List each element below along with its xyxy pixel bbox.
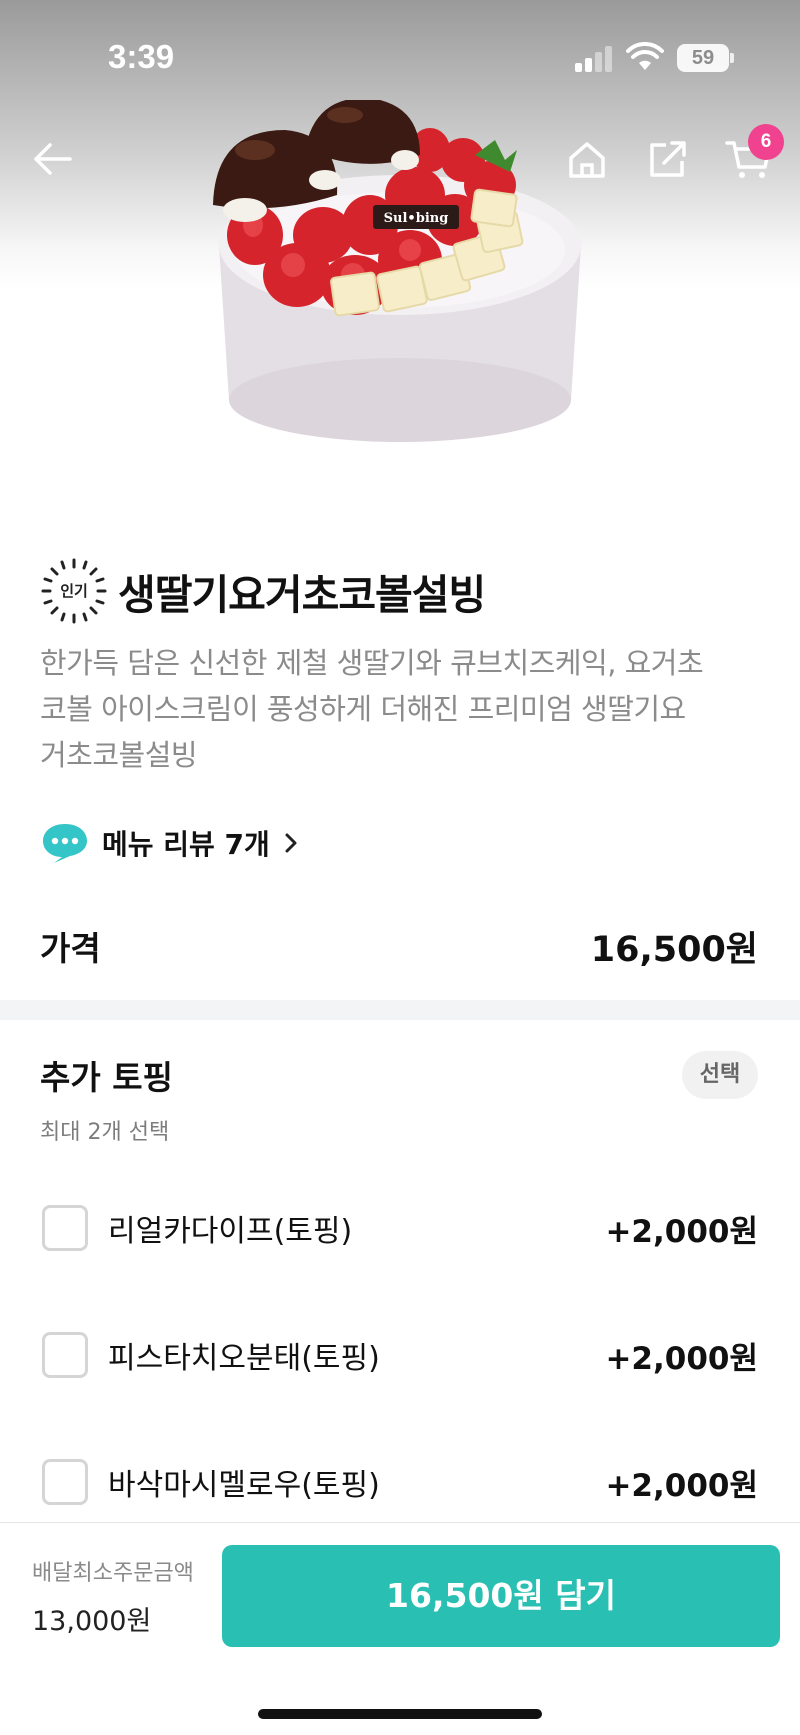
topping-title: 추가 토핑 [40, 1058, 173, 1097]
popular-badge: 인기 [40, 557, 108, 625]
share-icon[interactable] [646, 137, 690, 181]
description-line: 거초코볼설빙 [40, 738, 198, 772]
topping-header: 추가 토핑 선택 [40, 1048, 758, 1102]
add-to-cart-button[interactable]: 16,500원 담기 [222, 1545, 780, 1647]
hero-area: 3:39 59 6 Sul•bing [0, 0, 800, 520]
price-row: 가격 16,500원 [40, 918, 758, 974]
menu-review-link[interactable]: 메뉴 리뷰 7개 [40, 818, 298, 868]
product-description: 한가득 담은 신선한 제철 생딸기와 큐브치즈케익, 요거초 코볼 아이스크림이… [40, 640, 760, 778]
min-order-label: 배달최소주문금액 [32, 1561, 194, 1586]
topping-checkbox[interactable] [42, 1332, 88, 1378]
chevron-right-icon [285, 833, 297, 853]
product-image: Sul•bing [213, 100, 581, 442]
topping-checkbox[interactable] [42, 1459, 88, 1505]
topping-option[interactable]: 피스타치오분태(토핑) +2,000원 [42, 1330, 758, 1380]
optional-badge: 선택 [682, 1051, 758, 1099]
status-bar: 3:39 59 [0, 0, 800, 110]
price-label: 가격 [40, 929, 101, 968]
brand-plate-text: Sul•bing [384, 211, 449, 226]
topping-option[interactable]: 리얼카다이프(토핑) +2,000원 [42, 1203, 758, 1253]
bottom-order-bar: 배달최소주문금액 13,000원 16,500원 담기 [0, 1522, 800, 1735]
popular-badge-label: 인기 [60, 582, 88, 600]
battery-indicator: 59 [677, 44, 729, 72]
topping-option-label: 바삭마시멜로우(토핑) [108, 1468, 380, 1503]
review-count-label: 메뉴 리뷰 7개 [102, 828, 270, 861]
back-arrow-icon[interactable] [30, 137, 74, 181]
chat-bubble-icon [43, 824, 87, 863]
price-value: 16,500원 [590, 929, 758, 970]
topping-checkbox[interactable] [42, 1205, 88, 1251]
topping-subtitle: 최대 2개 선택 [40, 1120, 170, 1145]
description-line: 한가득 담은 신선한 제철 생딸기와 큐브치즈케익, 요거초 [40, 646, 704, 680]
topping-option-label: 피스타치오분태(토핑) [108, 1341, 380, 1376]
section-divider [0, 1000, 800, 1020]
product-name: 생딸기요거초코볼설빙 [118, 571, 486, 619]
topping-option[interactable]: 바삭마시멜로우(토핑) +2,000원 [42, 1457, 758, 1507]
battery-tip [730, 53, 734, 63]
product-title-row: 인기 생딸기요거초코볼설빙 [40, 556, 486, 626]
topping-option-price: +2,000원 [605, 1467, 758, 1504]
cart-count-badge: 6 [748, 124, 784, 160]
topping-option-price: +2,000원 [605, 1340, 758, 1377]
status-time: 3:39 [108, 38, 175, 75]
cellular-signal-icon [575, 46, 615, 72]
home-indicator [258, 1709, 542, 1719]
topping-option-label: 리얼카다이프(토핑) [108, 1214, 353, 1249]
description-line: 코볼 아이스크림이 풍성하게 더해진 프리미엄 생딸기요 [40, 692, 686, 726]
topping-option-price: +2,000원 [605, 1213, 758, 1250]
wifi-icon [626, 42, 664, 70]
min-order-value: 13,000원 [32, 1606, 152, 1637]
